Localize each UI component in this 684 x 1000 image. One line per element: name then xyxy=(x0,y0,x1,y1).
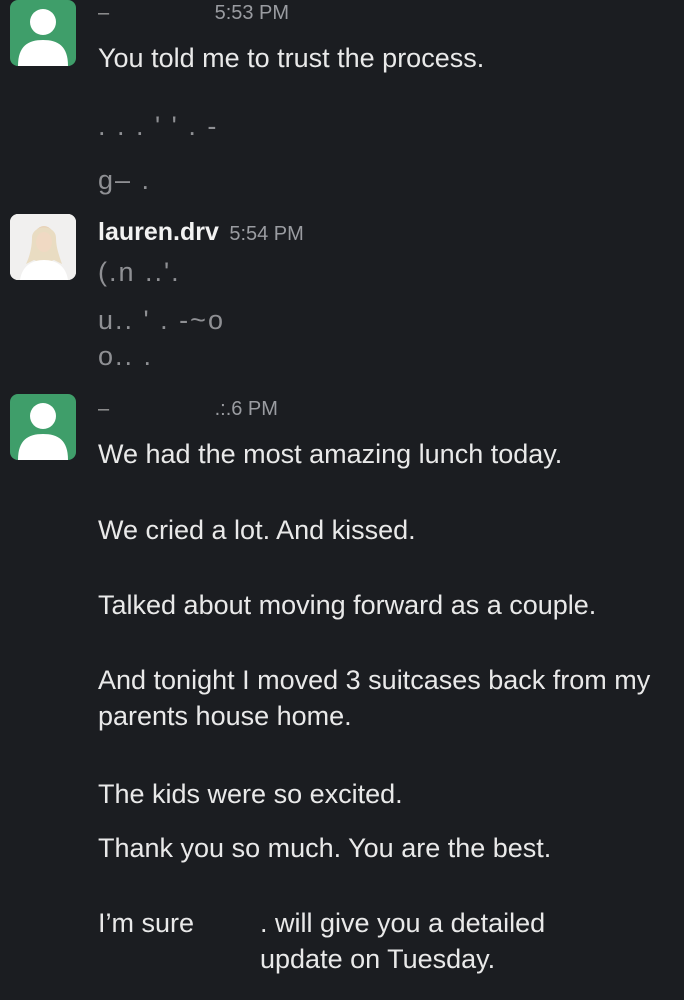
author-name[interactable]: – xyxy=(98,398,110,420)
message-text: Talked about moving forward as a couple. xyxy=(98,590,597,620)
message-text: I’m sure xyxy=(98,908,195,938)
user-photo-avatar xyxy=(10,214,76,280)
message-timestamp[interactable]: 5:54 PM xyxy=(229,223,303,245)
message-text: (.n ..'. xyxy=(98,257,181,287)
person-silhouette-icon xyxy=(18,403,68,460)
author-name[interactable]: lauren.drv xyxy=(98,218,219,246)
person-silhouette-icon xyxy=(18,9,68,66)
message-timestamp[interactable]: 5:53 PM xyxy=(215,2,289,24)
avatar[interactable] xyxy=(10,394,76,460)
message-text-fragment: . will give you a detailed update on Tue… xyxy=(260,908,546,974)
message-text: g– . xyxy=(98,165,152,195)
message-text: You told me to trust the process. xyxy=(98,43,485,73)
avatar[interactable] xyxy=(10,0,76,66)
message-text: Thank you so much. You are the best. xyxy=(98,833,552,863)
message-text: . will give you a detailed update on Tue… xyxy=(260,905,620,977)
message-timestamp[interactable]: .:.6 PM xyxy=(215,398,278,420)
message-text: And tonight I moved 3 suitcases back fro… xyxy=(98,665,651,731)
message-text: We cried a lot. And kissed. xyxy=(98,515,416,545)
author-name[interactable]: – xyxy=(98,2,110,24)
message-text: u.. ' . -~o xyxy=(98,305,225,335)
message-text: We had the most amazing lunch today. xyxy=(98,439,563,469)
message-text: The kids were so excited. xyxy=(98,779,403,809)
message-header: lauren.drv 5:54 PM xyxy=(98,218,304,252)
message-header: – 5:53 PM xyxy=(98,2,289,36)
avatar[interactable] xyxy=(10,214,76,280)
message-text: o.. . xyxy=(98,341,154,371)
message-header: – .:.6 PM xyxy=(98,398,278,432)
message-text: . . . ' ' . - xyxy=(98,111,219,141)
